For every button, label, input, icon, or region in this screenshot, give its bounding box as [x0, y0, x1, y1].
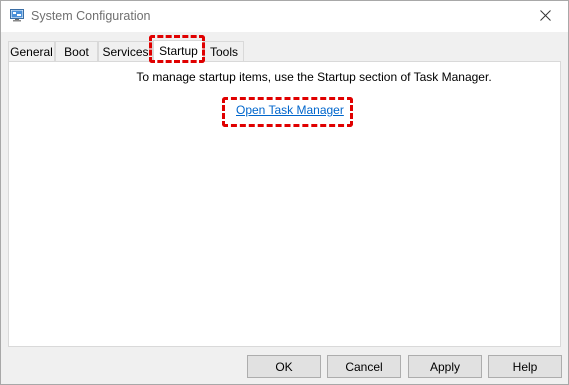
ok-button[interactable]: OK: [247, 355, 321, 378]
open-task-manager-link[interactable]: Open Task Manager: [236, 103, 344, 117]
tab-label: Tools: [209, 45, 238, 59]
apply-button[interactable]: Apply: [408, 355, 482, 378]
startup-panel: To manage startup items, use the Startup…: [8, 61, 561, 347]
tab-label: General: [10, 45, 53, 59]
tab-tools[interactable]: Tools: [204, 41, 244, 62]
title-bar: System Configuration: [1, 1, 568, 32]
tab-startup[interactable]: Startup: [153, 40, 204, 63]
window-title: System Configuration: [31, 9, 151, 23]
close-icon: [539, 9, 551, 24]
close-button[interactable]: [522, 1, 568, 32]
cancel-button[interactable]: Cancel: [327, 355, 401, 378]
tab-label: Services: [102, 45, 149, 59]
msconfig-icon: [10, 9, 24, 22]
system-configuration-window: System Configuration General Boot Servic…: [0, 0, 569, 385]
tab-label: Boot: [64, 45, 89, 59]
tab-services[interactable]: Services: [98, 41, 153, 62]
tab-strip: General Boot Services Startup Tools: [8, 40, 561, 63]
tab-general[interactable]: General: [8, 41, 55, 62]
help-button[interactable]: Help: [488, 355, 562, 378]
tab-label: Startup: [159, 44, 198, 58]
startup-message: To manage startup items, use the Startup…: [136, 70, 492, 84]
tab-boot[interactable]: Boot: [55, 41, 98, 62]
